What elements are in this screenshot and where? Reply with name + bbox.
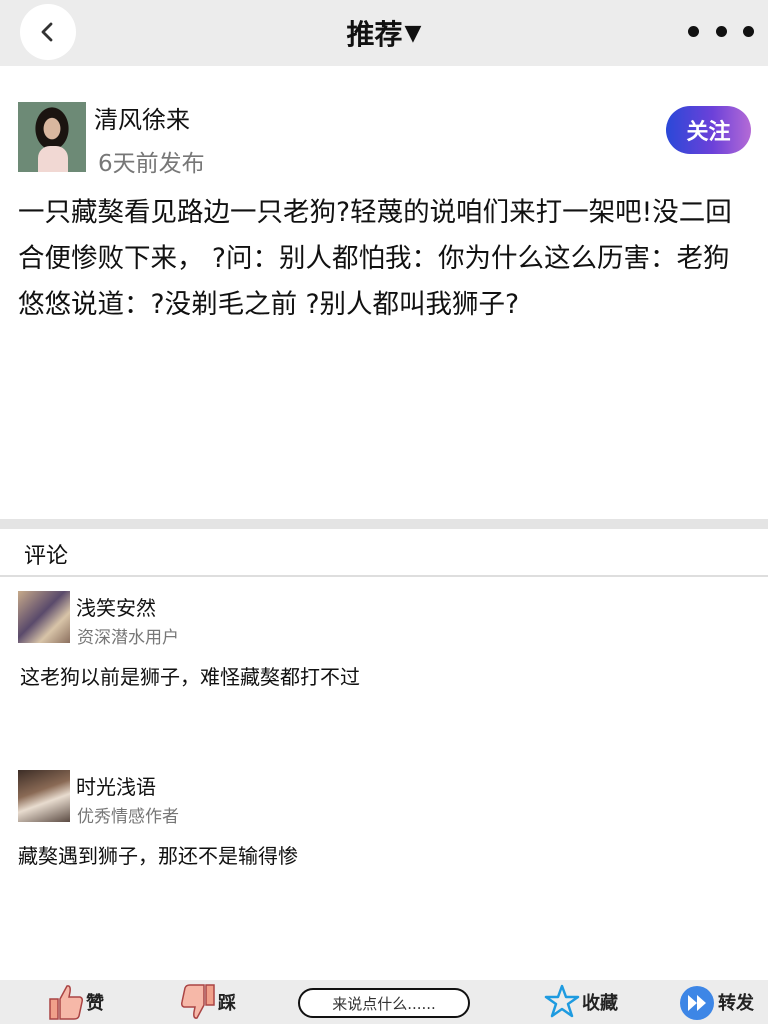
comment-text: 藏獒遇到狮子，那还不是输得惨 (18, 844, 298, 868)
commenter-avatar[interactable] (18, 770, 70, 822)
comments-divider (0, 575, 768, 577)
post-content: 一只藏獒看见路边一只老狗?轻蔑的说咱们来打一架吧!没二回合便惨败下来， ?问：别… (18, 197, 732, 320)
thumbs-down-icon (181, 984, 215, 1019)
comments-title: 评论 (24, 544, 69, 569)
share-label: 转发 (718, 993, 754, 1014)
comment-input[interactable]: 来说点什么...... (298, 988, 470, 1018)
author-avatar[interactable] (18, 102, 86, 172)
author-name[interactable]: 清风徐来 (94, 100, 190, 135)
post-detail-page: 推荐 ▼ 清风徐来 6天前发布 关注 一只藏獒看见路边一只老狗?轻蔑的说咱们来打… (0, 0, 768, 1024)
top-nav-bar: 推荐 ▼ (0, 0, 768, 66)
follow-button[interactable]: 关注 (666, 106, 751, 154)
star-icon (544, 984, 580, 1018)
dropdown-caret-icon: ▼ (404, 20, 422, 46)
commenter-name[interactable]: 浅笑安然 (76, 592, 156, 621)
back-arrow-icon (41, 22, 53, 42)
commenter-name[interactable]: 时光浅语 (76, 771, 156, 800)
forward-icon (680, 986, 714, 1020)
favorite-label: 收藏 (582, 993, 618, 1014)
dislike-label: 踩 (218, 993, 236, 1014)
post-time: 6天前发布 (98, 151, 205, 177)
commenter-level: 资深潜水用户 (77, 628, 179, 648)
nav-title[interactable]: 推荐 ▼ (0, 0, 768, 66)
like-label: 赞 (86, 993, 104, 1014)
more-button[interactable] (688, 14, 754, 48)
like-button[interactable]: 赞 (48, 980, 104, 1024)
nav-title-label: 推荐 (346, 18, 403, 51)
commenter-avatar[interactable] (18, 591, 70, 643)
comment-text: 这老狗以前是狮子，难怪藏獒都打不过 (20, 665, 360, 689)
commenter-level: 优秀情感作者 (77, 807, 179, 827)
thumbs-up-icon (49, 985, 83, 1020)
back-button[interactable] (20, 4, 76, 60)
more-dots-icon (743, 25, 754, 37)
dislike-button[interactable]: 踩 (180, 980, 236, 1024)
favorite-button[interactable]: 收藏 (544, 980, 618, 1024)
more-dots-icon (688, 25, 699, 37)
more-dots-icon (715, 25, 727, 37)
share-button[interactable]: 转发 (678, 980, 754, 1024)
section-divider (0, 519, 768, 529)
